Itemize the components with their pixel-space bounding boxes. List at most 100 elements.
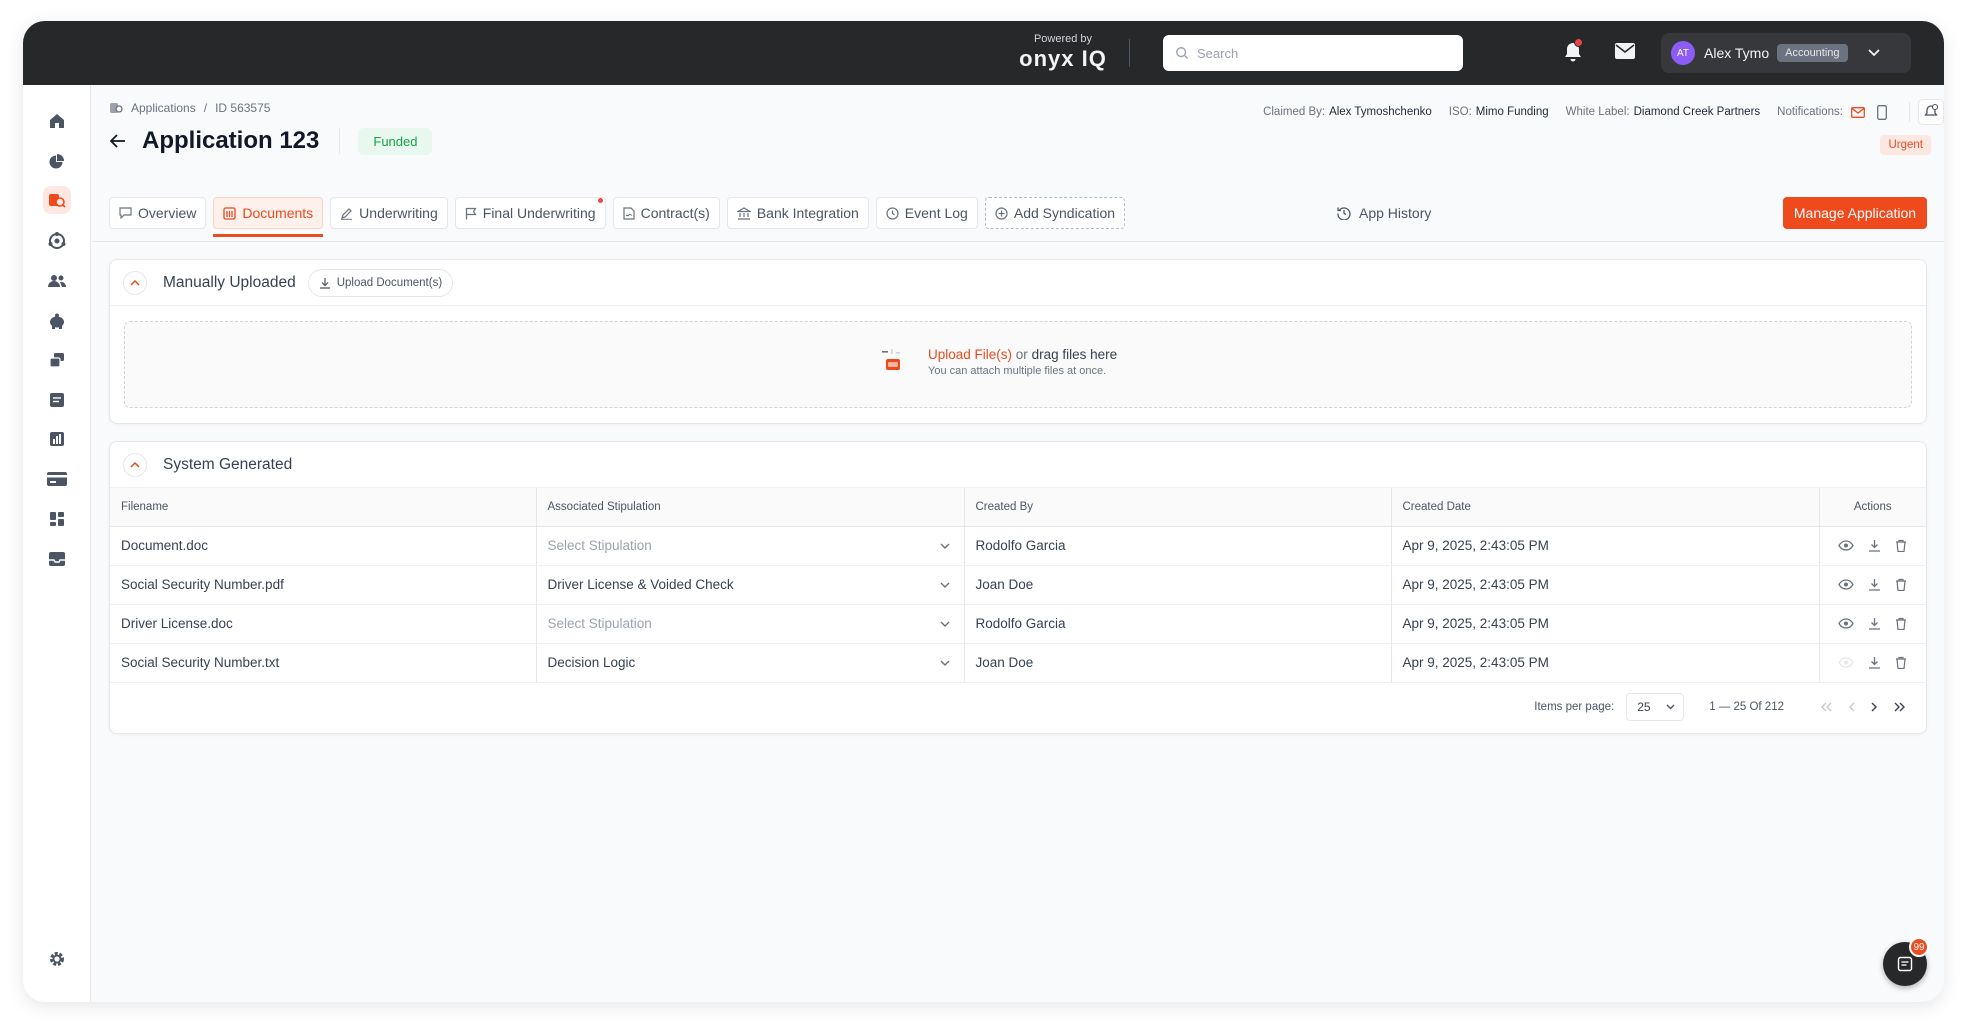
stipulation-select[interactable]: Select Stipulation — [536, 526, 965, 566]
search-box[interactable] — [1163, 35, 1463, 71]
back-arrow-icon[interactable] — [110, 134, 126, 148]
trash-icon[interactable] — [1895, 539, 1907, 552]
sidebar-item-home[interactable] — [43, 107, 71, 135]
download-icon[interactable] — [1868, 656, 1881, 669]
upload-folder-icon — [882, 349, 900, 370]
sidebar-item-syndication[interactable] — [43, 227, 71, 255]
upload-files-link[interactable]: Upload File(s) — [928, 347, 1012, 362]
eye-icon[interactable] — [1838, 618, 1854, 629]
help-badge: 99 — [1909, 937, 1929, 957]
tab-documents[interactable]: Documents — [213, 197, 324, 237]
app-history-button[interactable]: App History — [1337, 197, 1431, 229]
chevron-right-icon — [1871, 702, 1877, 712]
sidebar-item-applications[interactable] — [43, 186, 71, 214]
dropzone-content: Upload File(s) or drag files here You ca… — [880, 347, 1117, 377]
collapse-button[interactable] — [123, 270, 147, 295]
trash-icon[interactable] — [1895, 617, 1907, 630]
card-title: Manually Uploaded — [163, 273, 296, 291]
sidebar-item-dashboard[interactable] — [43, 505, 71, 533]
tab-notification-dot — [597, 198, 603, 203]
urgent-badge: Urgent — [1880, 135, 1931, 155]
stipulation-select[interactable]: Select Stipulation — [536, 604, 965, 644]
search-input[interactable] — [1197, 45, 1437, 61]
stipulation-value: Select Stipulation — [547, 538, 652, 553]
tab-underwriting[interactable]: Underwriting — [330, 197, 448, 229]
next-page-button[interactable] — [1871, 702, 1878, 712]
items-per-page-label: Items per page: — [1534, 701, 1615, 713]
documents-table: Filename Associated Stipulation Created … — [110, 488, 1926, 683]
eye-icon[interactable] — [1838, 579, 1854, 590]
items-per-page-select[interactable]: 25 — [1626, 693, 1685, 721]
stipulation-select[interactable]: Decision Logic — [536, 643, 965, 683]
first-page-button[interactable] — [1820, 702, 1832, 712]
tab-contracts[interactable]: Contract(s) — [612, 197, 720, 229]
actions-cell — [1819, 526, 1926, 566]
sidebar-item-inbox[interactable] — [43, 545, 71, 573]
tab-overview[interactable]: Overview — [109, 197, 207, 229]
sidebar-item-transfers[interactable] — [43, 346, 71, 374]
download-icon[interactable] — [1868, 578, 1881, 591]
applications-icon — [110, 103, 123, 113]
prev-page-button[interactable] — [1848, 702, 1855, 712]
sidebar-item-statistics[interactable] — [43, 425, 71, 453]
sidebar-item-payments[interactable] — [43, 465, 71, 493]
download-icon — [319, 277, 330, 289]
collapse-button[interactable] — [123, 452, 147, 477]
gear-icon — [50, 952, 64, 966]
tab-add-syndication[interactable]: Add Syndication — [984, 197, 1126, 229]
home-icon — [50, 114, 64, 128]
sidebar-item-analytics[interactable] — [43, 147, 71, 175]
upload-documents-button[interactable]: Upload Document(s) — [307, 268, 454, 297]
trash-icon[interactable] — [1895, 578, 1907, 591]
sidebar-item-settings[interactable] — [43, 945, 71, 973]
trash-icon[interactable] — [1895, 656, 1907, 669]
help-chat-button[interactable]: 99 — [1883, 937, 1929, 986]
created-date-cell: Apr 9, 2025, 2:43:05 PM — [1391, 565, 1820, 605]
plus-circle-icon — [995, 206, 1008, 220]
table-header-row: Filename Associated Stipulation Created … — [110, 488, 1926, 527]
dropzone-main: Upload File(s) or drag files here — [928, 347, 1117, 362]
eye-disabled-icon — [1838, 657, 1854, 668]
manage-application-button[interactable]: Manage Application — [1783, 197, 1927, 229]
notifications-button[interactable] — [1563, 38, 1583, 68]
bell-add-icon[interactable] — [1918, 99, 1944, 125]
tab-event-log[interactable]: Event Log — [875, 197, 978, 229]
created-by-cell: Joan Doe — [964, 565, 1392, 605]
flag-icon — [465, 207, 477, 219]
user-menu[interactable]: AT Alex Tymo Accounting — [1661, 33, 1911, 73]
powered-by-label: Powered by — [1033, 33, 1093, 45]
table-row: Driver License.doc Select Stipulation Ro… — [110, 604, 1926, 644]
messages-button[interactable] — [1615, 43, 1635, 64]
email-notification-icon[interactable] — [1851, 106, 1865, 118]
search-icon — [1176, 47, 1189, 60]
tab-label: Event Log — [904, 205, 968, 221]
tab-final-underwriting[interactable]: Final Underwriting — [454, 197, 606, 229]
tab-bank-integration[interactable]: Bank Integration — [726, 197, 869, 229]
sidebar-item-reports[interactable] — [43, 386, 71, 414]
dropzone-hint: You can attach multiple files at once. — [928, 365, 1107, 377]
table-row: Document.doc Select Stipulation Rodolfo … — [110, 526, 1926, 566]
sidebar — [23, 85, 91, 1002]
card-title: System Generated — [163, 455, 293, 473]
tab-label: Documents — [242, 205, 314, 221]
title-row: Application 123 Funded — [110, 127, 433, 155]
pie-chart-icon — [49, 154, 64, 169]
download-icon[interactable] — [1868, 539, 1881, 552]
sidebar-item-contacts[interactable] — [43, 267, 71, 295]
phone-notification-icon[interactable] — [1877, 104, 1887, 120]
breadcrumb-separator: / — [203, 101, 208, 115]
created-by-cell: Rodolfo Garcia — [964, 604, 1392, 644]
sidebar-item-funding[interactable] — [43, 307, 71, 335]
tab-label: Underwriting — [359, 205, 438, 221]
breadcrumb-current: ID 563575 — [215, 101, 271, 115]
created-by-cell: Rodolfo Garcia — [964, 526, 1392, 566]
network-icon — [48, 232, 66, 249]
divider — [339, 128, 341, 154]
bank-icon — [736, 206, 751, 220]
download-icon[interactable] — [1868, 617, 1881, 630]
file-dropzone[interactable]: Upload File(s) or drag files here You ca… — [124, 321, 1912, 408]
last-page-button[interactable] — [1894, 702, 1906, 712]
breadcrumb-root[interactable]: Applications — [131, 101, 196, 115]
stipulation-select[interactable]: Driver License & Voided Check — [536, 565, 965, 605]
eye-icon[interactable] — [1838, 540, 1854, 551]
